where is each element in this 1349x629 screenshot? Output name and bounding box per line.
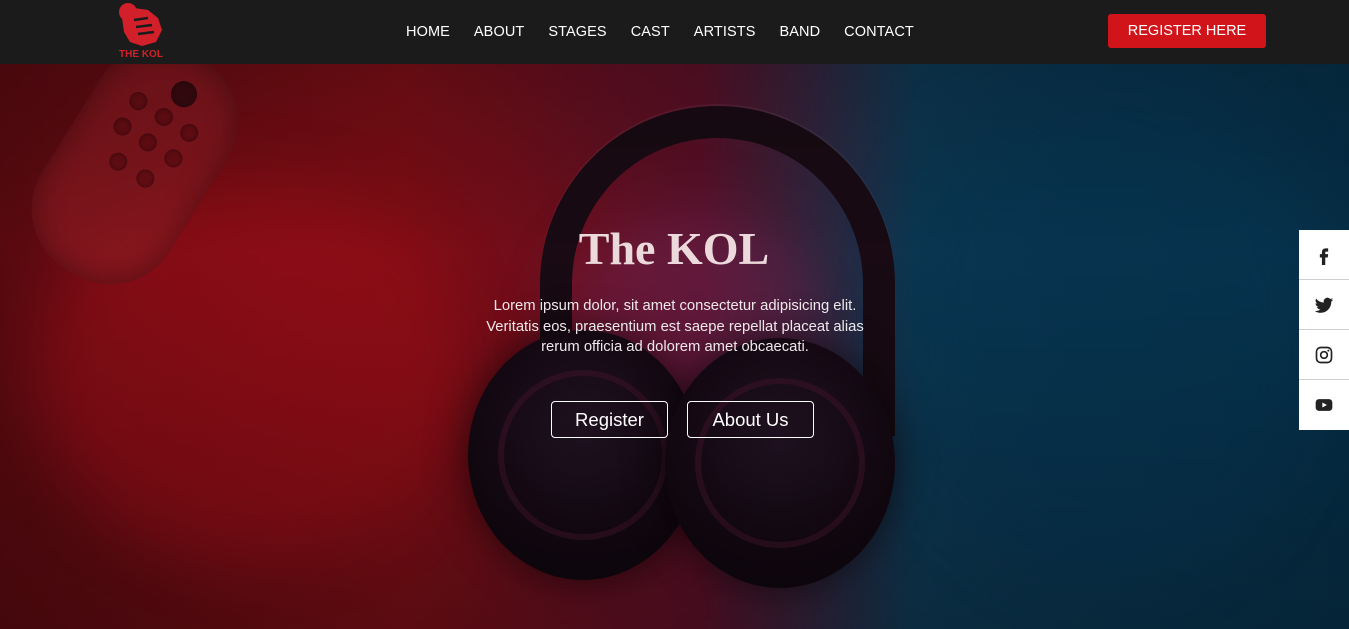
- main-nav: HOME ABOUT STAGES CAST ARTISTS BAND CONT…: [394, 0, 926, 64]
- hero-section: The KOL Lorem ipsum dolor, sit amet cons…: [0, 0, 1349, 629]
- about-us-button[interactable]: About Us: [687, 401, 814, 438]
- svg-text:THE KOL: THE KOL: [119, 49, 163, 60]
- hero-description: Lorem ipsum dolor, sit amet consectetur …: [486, 298, 864, 355]
- nav-contact[interactable]: CONTACT: [832, 24, 926, 40]
- facebook-icon: [1319, 247, 1329, 265]
- register-here-button[interactable]: REGISTER HERE: [1108, 14, 1266, 48]
- twitter-link[interactable]: [1299, 280, 1349, 330]
- nav-cast[interactable]: CAST: [619, 24, 682, 40]
- nav-stages[interactable]: STAGES: [536, 24, 618, 40]
- hero-title: The KOL: [578, 223, 770, 274]
- youtube-link[interactable]: [1299, 380, 1349, 430]
- fist-logo-icon: THE KOL: [119, 3, 163, 60]
- twitter-icon: [1314, 297, 1334, 313]
- instagram-icon: [1315, 346, 1333, 363]
- kol-logo[interactable]: THE KOL: [112, 0, 170, 60]
- nav-about[interactable]: ABOUT: [462, 24, 536, 40]
- navbar: THE KOL HOME ABOUT STAGES CAST ARTISTS B…: [0, 0, 1349, 64]
- facebook-link[interactable]: [1299, 230, 1349, 280]
- nav-artists[interactable]: ARTISTS: [682, 24, 768, 40]
- instagram-link[interactable]: [1299, 330, 1349, 380]
- nav-band[interactable]: BAND: [767, 24, 832, 40]
- youtube-icon: [1315, 399, 1333, 411]
- social-sidebar: [1299, 230, 1349, 430]
- nav-home[interactable]: HOME: [394, 24, 462, 40]
- register-button[interactable]: Register: [551, 401, 668, 438]
